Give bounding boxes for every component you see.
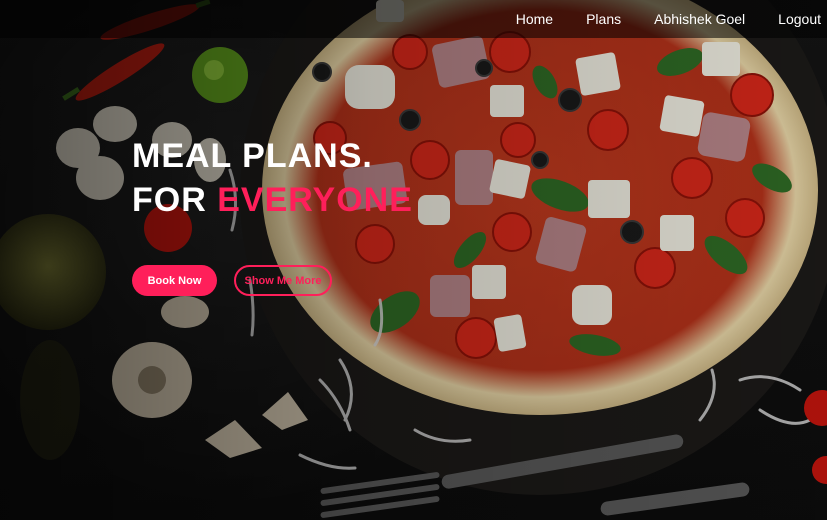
nav-links: Home Plans Abhishek Goel Logout [497, 0, 821, 38]
headline-line-2: FOR EVERYONE [132, 178, 413, 222]
hero-section: Home Plans Abhishek Goel Logout MEAL PLA… [0, 0, 827, 520]
hero-headline: MEAL PLANS. FOR EVERYONE [132, 134, 413, 222]
nav-link-plans[interactable]: Plans [567, 11, 635, 27]
book-now-button[interactable]: Book Now [132, 265, 217, 296]
show-me-more-button[interactable]: Show Me More [234, 265, 332, 296]
pizza-background-image [0, 0, 827, 518]
cta-buttons: Book Now Show Me More [132, 265, 332, 296]
headline-line-1: MEAL PLANS. [132, 137, 373, 175]
nav-link-home[interactable]: Home [497, 11, 567, 27]
nav-link-user-profile[interactable]: Abhishek Goel [635, 11, 759, 27]
nav-link-logout[interactable]: Logout [759, 11, 821, 27]
top-navbar: Home Plans Abhishek Goel Logout [0, 0, 827, 38]
headline-accent: EVERYONE [217, 181, 413, 219]
headline-prefix: FOR [132, 181, 207, 219]
